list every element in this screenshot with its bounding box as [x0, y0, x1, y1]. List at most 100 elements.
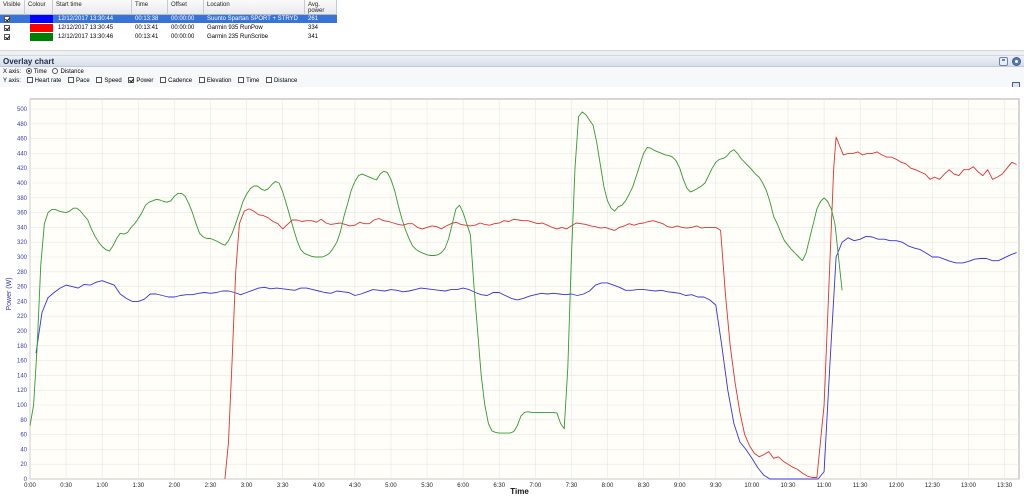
- x-axis-time-radio[interactable]: [25, 68, 32, 74]
- x-tick-label: 10:00: [744, 483, 760, 489]
- visible-checkbox[interactable]: [4, 25, 10, 31]
- offset-cell[interactable]: 00:00:00: [168, 24, 194, 32]
- y-tick-label: 260: [17, 285, 28, 291]
- y-axis-speed-checkbox[interactable]: [96, 77, 103, 83]
- y-axis-speed-label[interactable]: Speed: [104, 78, 121, 84]
- x-tick-label: 9:00: [674, 483, 686, 489]
- y-axis-pace-label[interactable]: Pace: [76, 78, 90, 84]
- y-axis-distance-label[interactable]: Distance: [274, 78, 297, 84]
- x-axis-title: Time: [510, 487, 529, 496]
- x-tick-label: 11:30: [853, 483, 868, 489]
- column-header-visible[interactable]: Visible: [0, 0, 25, 15]
- y-axis-cadence-label[interactable]: Cadence: [168, 78, 192, 84]
- y-tick-label: 300: [17, 255, 28, 261]
- y-tick-label: 420: [17, 166, 28, 172]
- grid-header: Visible Colour Start time Time Offset Lo…: [0, 0, 337, 15]
- y-tick-label: 20: [20, 462, 27, 468]
- x-tick-label: 1:00: [96, 483, 108, 489]
- x-tick-label: 2:00: [169, 483, 181, 489]
- y-axis-heart-rate-label[interactable]: Heart rate: [35, 78, 62, 84]
- x-tick-label: 11:00: [817, 483, 832, 489]
- y-axis-power-checkbox[interactable]: [128, 77, 135, 83]
- axis-options: X axis: Time Distance Y axis: Heart rate…: [0, 67, 1024, 87]
- column-header-avg-power[interactable]: Avg. power: [305, 0, 337, 15]
- x-axis-label: X axis:: [3, 69, 22, 75]
- y-axis-options: Y axis: Heart rate Pace Speed Power Cade…: [3, 77, 299, 86]
- x-tick-label: 0:30: [60, 483, 72, 489]
- y-axis-label: Y axis:: [3, 78, 21, 84]
- grid-row[interactable]: 12/12/2017 13:30:44 00:13:38 00:00:00 Su…: [0, 15, 337, 23]
- visible-checkbox[interactable]: [4, 34, 10, 40]
- y-tick-label: 320: [17, 240, 28, 246]
- options-icon[interactable]: [1012, 57, 1021, 66]
- grid-row[interactable]: 12/12/2017 13:30:45 00:13:41 00:00:00 Ga…: [0, 24, 337, 32]
- series-colour-swatch[interactable]: [30, 33, 53, 41]
- x-axis-distance-label[interactable]: Distance: [60, 69, 83, 75]
- column-header-colour[interactable]: Colour: [25, 0, 53, 15]
- y-tick-label: 440: [17, 151, 28, 157]
- start-time-cell: 12/12/2017 13:30:46: [58, 34, 114, 40]
- overlay-series-grid: Visible Colour Start time Time Offset Lo…: [0, 0, 1024, 50]
- power-chart-svg[interactable]: 0204060801001201401601802002202402602803…: [0, 87, 1024, 500]
- column-header-offset[interactable]: Offset: [168, 0, 204, 15]
- overlay-chart: 0 20 40 60 80 100 120 140 160 180 200 220 240 260 280 3…: [0, 87, 1024, 500]
- x-tick-label: 10:30: [780, 483, 796, 489]
- x-tick-label: 3:30: [277, 483, 289, 489]
- save-icon[interactable]: [999, 57, 1008, 66]
- column-header-time[interactable]: Time: [132, 0, 168, 15]
- y-tick-label: 200: [17, 329, 28, 335]
- y-tick-label: 80: [20, 418, 27, 424]
- y-axis-time-checkbox[interactable]: [238, 77, 245, 83]
- series-colour-swatch[interactable]: [30, 15, 53, 23]
- x-tick-label: 8:30: [638, 483, 650, 489]
- start-time-cell: 12/12/2017 13:30:44: [58, 16, 114, 22]
- location-cell: Garmin 935 RunPow: [207, 25, 263, 31]
- y-axis-time-label[interactable]: Time: [246, 78, 259, 84]
- x-tick-label: 4:00: [313, 483, 325, 489]
- y-axis-cadence-checkbox[interactable]: [160, 77, 167, 83]
- series-colour-swatch[interactable]: [30, 24, 53, 32]
- x-tick-label: 0:00: [24, 483, 36, 489]
- avg-power-cell: 334: [308, 25, 319, 31]
- grid-row[interactable]: 12/12/2017 13:30:46 00:13:41 00:00:00 Ga…: [0, 33, 337, 41]
- x-tick-label: 5:30: [421, 483, 433, 489]
- y-tick-label: 360: [17, 211, 28, 217]
- y-axis-elevation-checkbox[interactable]: [198, 77, 205, 83]
- start-time-cell: 12/12/2017 13:30:45: [58, 25, 114, 31]
- x-tick-label: 9:30: [710, 483, 722, 489]
- y-axis-power-label[interactable]: Power: [136, 78, 153, 84]
- y-tick-label: 240: [17, 299, 28, 305]
- x-tick-label: 3:00: [241, 483, 253, 489]
- x-tick-label: 8:00: [602, 483, 614, 489]
- y-axis-pace-checkbox[interactable]: [68, 77, 75, 83]
- x-tick-label: 7:00: [529, 483, 541, 489]
- x-tick-label: 4:30: [349, 483, 361, 489]
- y-tick-label: 280: [17, 270, 28, 276]
- overlay-chart-title-bar: Overlay chart: [0, 56, 1024, 67]
- y-tick-label: 180: [17, 344, 28, 350]
- column-header-location[interactable]: Location: [204, 0, 305, 15]
- y-tick-label: 140: [17, 373, 28, 379]
- y-tick-label: 120: [17, 388, 28, 394]
- x-tick-label: 6:00: [457, 483, 469, 489]
- time-cell: 00:13:41: [135, 34, 159, 40]
- y-tick-label: 100: [17, 403, 28, 409]
- y-axis-distance-checkbox[interactable]: [265, 77, 272, 83]
- offset-cell[interactable]: 00:00:00: [168, 33, 194, 41]
- time-cell: 00:13:41: [135, 25, 159, 31]
- y-axis-heart-rate-checkbox[interactable]: [26, 77, 33, 83]
- x-tick-label: 2:30: [205, 483, 217, 489]
- column-header-start-time[interactable]: Start time: [53, 0, 132, 15]
- x-axis-distance-radio[interactable]: [52, 68, 59, 74]
- x-tick-label: 7:30: [566, 483, 578, 489]
- y-tick-label: 380: [17, 196, 28, 202]
- location-cell: Garmin 235 RunScribe: [207, 34, 269, 40]
- offset-cell[interactable]: 00:00:00: [168, 15, 194, 23]
- x-tick-label: 5:00: [385, 483, 397, 489]
- y-tick-label: 400: [17, 181, 28, 187]
- avg-power-cell: 261: [308, 16, 319, 22]
- y-tick-label: 480: [17, 122, 28, 128]
- y-axis-elevation-label[interactable]: Elevation: [207, 78, 232, 84]
- x-axis-time-label[interactable]: Time: [34, 69, 47, 75]
- visible-checkbox[interactable]: [4, 16, 10, 22]
